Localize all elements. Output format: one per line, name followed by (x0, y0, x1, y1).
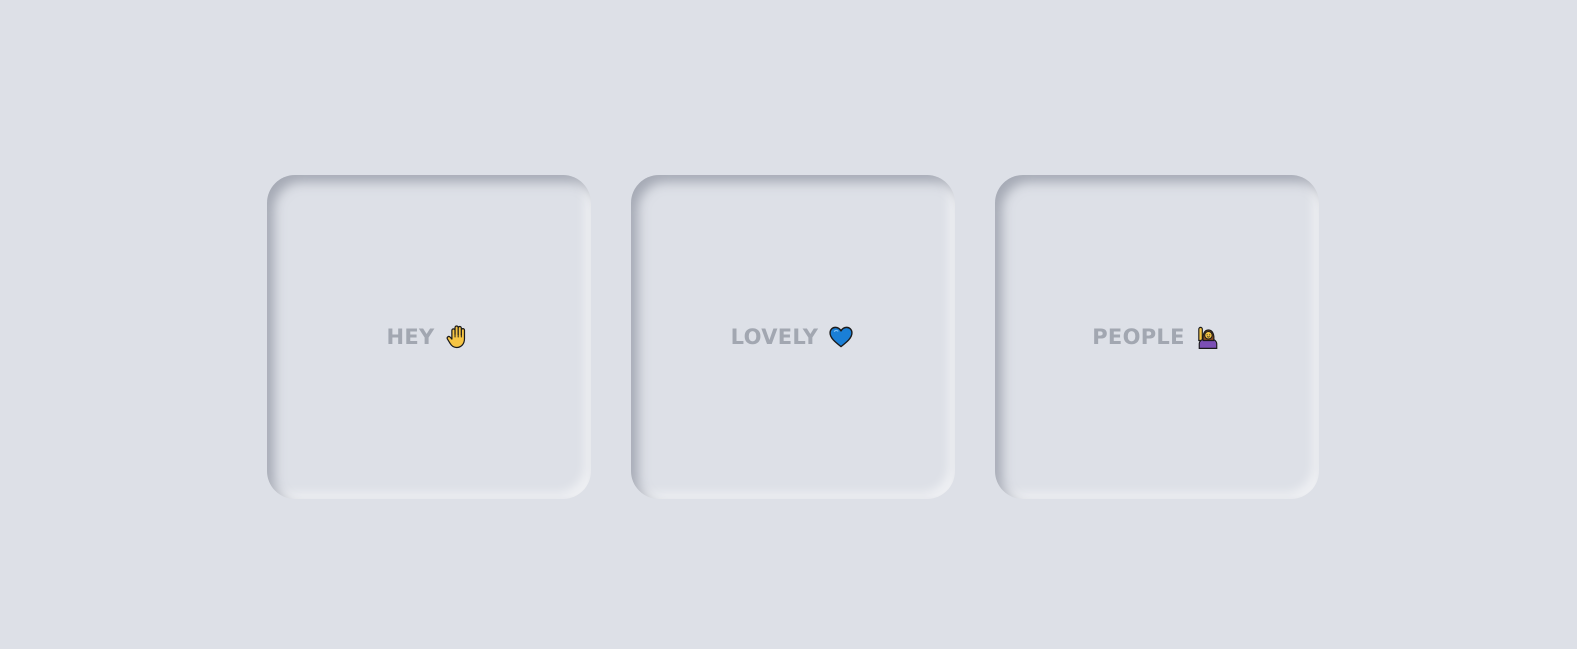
card-lovely[interactable]: LOVELY (631, 175, 955, 499)
card-hey[interactable]: HEY (267, 175, 591, 499)
card-text: HEY (386, 325, 435, 349)
card-text: LOVELY (730, 325, 819, 349)
card-label: PEOPLE (1092, 323, 1222, 351)
woman-raising-hand-icon (1194, 323, 1222, 351)
card-text: PEOPLE (1092, 325, 1185, 349)
raised-hand-icon (444, 323, 472, 351)
page: { "cards": [ { "text": "HEY", "emoji": "… (0, 0, 1577, 649)
card-row: HEY LOVELY PEOPLE (0, 175, 1577, 499)
card-people[interactable]: PEOPLE (995, 175, 1319, 499)
card-label: LOVELY (731, 323, 856, 351)
blue-heart-icon (827, 323, 855, 351)
card-label: HEY (386, 323, 471, 351)
